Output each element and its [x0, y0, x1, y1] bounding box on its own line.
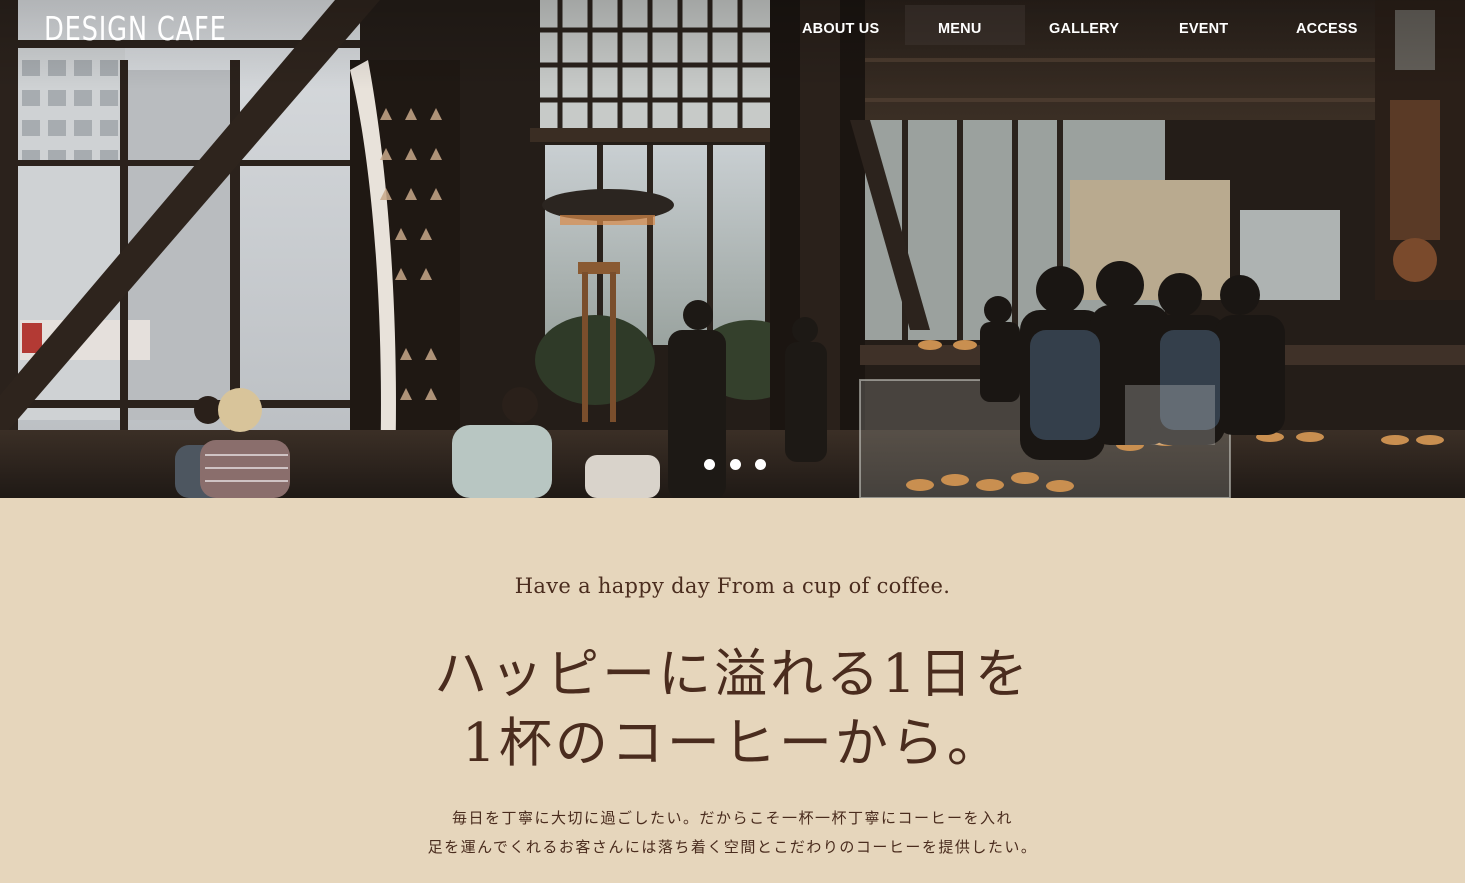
body-copy: 毎日を丁寧に大切に過ごしたい。だからこそ一杯一杯丁寧にコーヒーを入れ 足を運んで…: [0, 804, 1465, 862]
slider-dot-2[interactable]: [730, 459, 741, 470]
slider-dot-1[interactable]: [704, 459, 715, 470]
body-line-1: 毎日を丁寧に大切に過ごしたい。だからこそ一杯一杯丁寧にコーヒーを入れ: [451, 809, 1013, 827]
intro-section: Have a happy day From a cup of coffee. ハ…: [0, 498, 1465, 883]
nav-about-us[interactable]: ABOUT US: [802, 19, 879, 39]
headline: ハッピーに溢れる1日を 1杯のコーヒーから。: [0, 640, 1465, 778]
main-nav: ABOUT US MENU GALLERY EVENT ACCESS: [0, 19, 1465, 41]
slider-dot-3[interactable]: [755, 459, 766, 470]
headline-line-1: ハッピーに溢れる1日を: [434, 644, 1031, 705]
nav-event[interactable]: EVENT: [1179, 19, 1228, 39]
body-line-2: 足を運んでくれるお客さんには落ち着く空間とこだわりのコーヒーを提供したい。: [427, 838, 1038, 856]
tagline: Have a happy day From a cup of coffee.: [514, 574, 951, 598]
nav-access[interactable]: ACCESS: [1296, 19, 1358, 39]
hero-slider: DESIGN CAFE ABOUT US MENU GALLERY EVENT …: [0, 0, 1465, 498]
headline-line-2: 1杯のコーヒーから。: [462, 713, 1003, 774]
nav-gallery[interactable]: GALLERY: [1049, 19, 1119, 39]
nav-menu[interactable]: MENU: [938, 19, 982, 39]
cafe-interior-photo: [0, 0, 1465, 498]
page: DESIGN CAFE ABOUT US MENU GALLERY EVENT …: [0, 0, 1465, 883]
